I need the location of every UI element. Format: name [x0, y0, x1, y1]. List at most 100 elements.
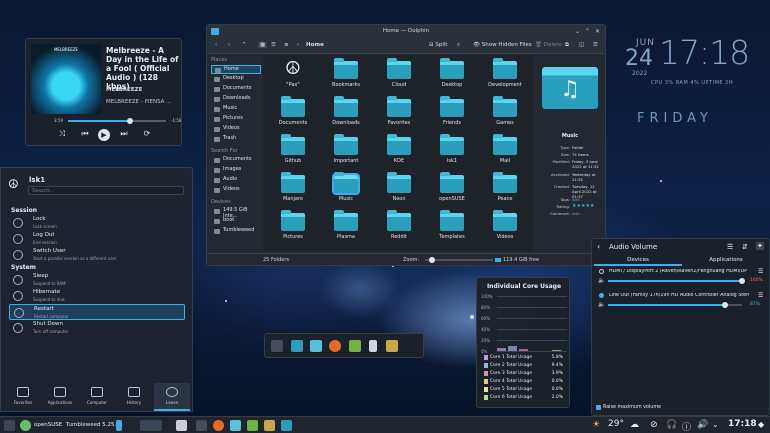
shuffle-icon[interactable]: ⤨: [56, 129, 68, 139]
place-videos[interactable]: Videos: [211, 125, 261, 134]
file-item[interactable]: openSUSE: [428, 172, 476, 213]
raise-max-checkbox[interactable]: [596, 405, 601, 410]
tab-favorites[interactable]: Favorites: [5, 383, 41, 411]
pin-icon[interactable]: ✦: [756, 242, 764, 250]
copy-location-icon[interactable]: ⧉: [565, 42, 569, 49]
file-item[interactable]: Templates: [428, 210, 476, 251]
inkscape-icon[interactable]: [176, 420, 187, 431]
delete-button[interactable]: 🗑 Delete: [535, 42, 562, 48]
menu-icon[interactable]: ☰: [727, 243, 733, 251]
place-documents[interactable]: Documents: [211, 85, 261, 94]
user-avatar-icon[interactable]: ☮: [8, 177, 22, 191]
file-item[interactable]: Documents: [269, 96, 317, 137]
place-music[interactable]: Music: [211, 105, 261, 114]
zoom-slider[interactable]: [425, 257, 493, 263]
file-item[interactable]: Downloads: [322, 96, 370, 137]
network-icon[interactable]: ⊘: [650, 420, 661, 431]
seek-handle[interactable]: [126, 118, 133, 124]
back-icon[interactable]: ‹: [215, 42, 217, 48]
cloud-icon[interactable]: ☁: [630, 420, 641, 431]
forward-icon[interactable]: ›: [228, 42, 230, 48]
file-item[interactable]: Important: [322, 134, 370, 175]
place-pictures[interactable]: Pictures: [211, 115, 261, 124]
file-item[interactable]: ☮ "Pax": [269, 59, 317, 99]
hibernate-button[interactable]: Hibernate Suspend to disk: [9, 288, 185, 304]
seek-bar[interactable]: [68, 118, 166, 124]
repeat-icon[interactable]: ⟳: [141, 129, 153, 138]
rating-stars[interactable]: ★★★★★: [572, 203, 603, 209]
volume-handle[interactable]: [739, 278, 745, 284]
file-item[interactable]: Friends: [428, 96, 476, 137]
panel-toggle-icon[interactable]: ◫: [579, 42, 584, 48]
file-item[interactable]: Plasma: [322, 210, 370, 251]
device-tumbleweed[interactable]: Tumbleweed: [211, 227, 261, 236]
logout-button[interactable]: Log Out End session: [9, 231, 185, 247]
device-menu-icon[interactable]: ☰: [758, 292, 763, 299]
terminal-icon[interactable]: [196, 420, 207, 431]
title-bar[interactable]: Home — Dolphin ⌄ ⌃ ✕: [207, 25, 605, 38]
file-item[interactable]: Games: [481, 96, 529, 137]
files-icon[interactable]: [310, 340, 322, 352]
firefox-icon[interactable]: [329, 340, 341, 352]
firefox-icon[interactable]: [213, 420, 224, 431]
terminal-icon[interactable]: [271, 340, 283, 352]
device-internal-drive[interactable]: 149.5 GiB Inte...: [211, 207, 261, 219]
taskbar-clock[interactable]: 17:18: [728, 419, 757, 429]
previous-icon[interactable]: ⏮: [79, 129, 91, 139]
pager-icon[interactable]: [116, 420, 122, 431]
search-documents[interactable]: Documents: [211, 156, 261, 165]
device-radio-selected[interactable]: [599, 293, 604, 298]
search-icon[interactable]: ⌕: [457, 42, 460, 49]
volume-handle[interactable]: [721, 302, 728, 308]
tray-expand-icon[interactable]: ⌄: [712, 420, 723, 431]
tab-computer[interactable]: Computer: [79, 383, 115, 411]
speaker-icon[interactable]: 🔈: [598, 277, 605, 284]
volume-icon[interactable]: 🔊: [697, 420, 708, 431]
gimp-icon[interactable]: [264, 420, 275, 431]
lock-button[interactable]: Lock Lock screen: [9, 215, 185, 231]
tab-history[interactable]: History: [116, 383, 152, 411]
tab-devices[interactable]: Devices: [594, 255, 682, 266]
minimize-icon[interactable]: ⌄: [575, 28, 580, 35]
launcher-search-input[interactable]: [28, 186, 184, 195]
file-item[interactable]: Mail: [481, 134, 529, 175]
file-item[interactable]: KDE: [375, 134, 423, 175]
file-item[interactable]: Manjaro: [269, 172, 317, 213]
show-hidden-button[interactable]: 👁 Show Hidden Files: [473, 42, 532, 48]
file-item[interactable]: Cloud: [375, 58, 423, 99]
up-icon[interactable]: ⌃: [242, 42, 247, 48]
file-item[interactable]: Development: [481, 58, 529, 99]
store-icon[interactable]: [291, 340, 303, 352]
search-audio[interactable]: Audio: [211, 176, 261, 185]
file-item[interactable]: Neon: [375, 172, 423, 213]
file-item[interactable]: Videos: [481, 210, 529, 251]
search-videos[interactable]: Videos: [211, 186, 261, 195]
file-item[interactable]: Github: [269, 134, 317, 175]
gimp-icon[interactable]: [386, 340, 398, 352]
back-chevron-icon[interactable]: ‹: [597, 242, 600, 251]
next-icon[interactable]: ⏭: [118, 129, 130, 139]
file-item[interactable]: Music: [322, 172, 370, 213]
file-item[interactable]: Favorites: [375, 96, 423, 137]
device-boot[interactable]: boot: [211, 217, 261, 226]
add-tag-link[interactable]: Add...: [572, 197, 603, 202]
file-item[interactable]: lsk1: [428, 134, 476, 175]
play-icon[interactable]: ▶: [98, 129, 110, 141]
tab-applications[interactable]: Applications: [42, 383, 78, 411]
device-menu-icon[interactable]: ☰: [758, 268, 763, 275]
details-view-icon[interactable]: ≡: [284, 42, 289, 48]
place-home[interactable]: Home: [211, 65, 261, 74]
inkscape-icon[interactable]: [369, 340, 377, 352]
close-icon[interactable]: ✕: [595, 28, 600, 35]
volume-slider[interactable]: [608, 302, 742, 308]
dolphin-icon[interactable]: [230, 420, 241, 431]
switch-user-button[interactable]: Switch User Start a parallel session as a…: [9, 247, 185, 263]
launcher-menu-icon[interactable]: [4, 420, 15, 431]
file-item[interactable]: Desktop: [428, 58, 476, 99]
split-button[interactable]: ⊟ Split: [429, 42, 448, 48]
icons-view-icon[interactable]: ▦: [258, 42, 268, 48]
compact-view-icon[interactable]: ☰: [271, 42, 276, 48]
speaker-icon[interactable]: 🔈: [598, 301, 605, 308]
zoom-handle[interactable]: [429, 257, 435, 263]
device-radio[interactable]: [599, 269, 604, 274]
